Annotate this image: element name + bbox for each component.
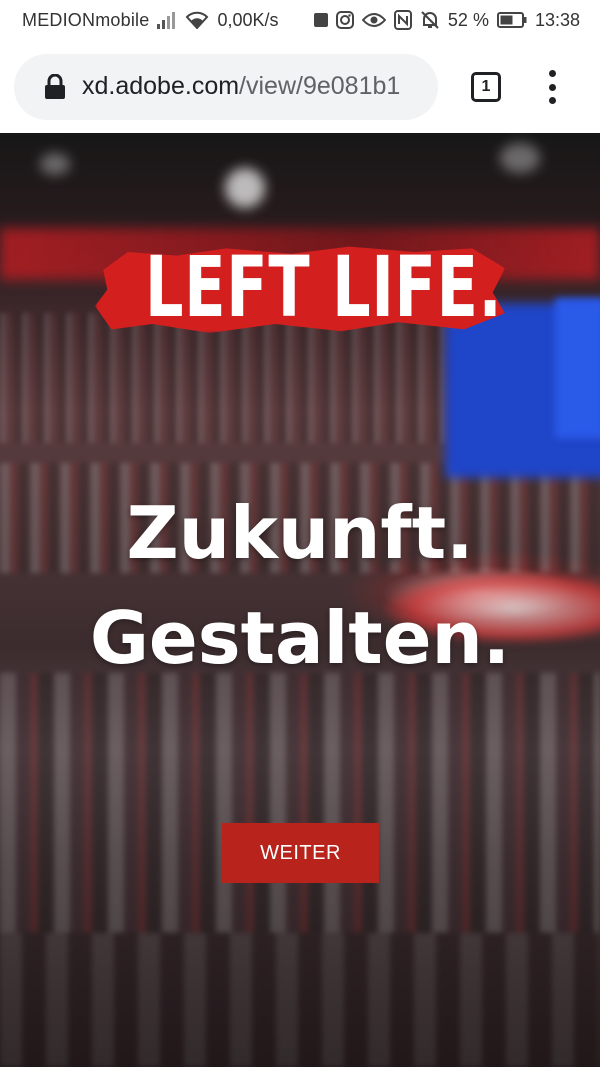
battery-percent: 52 %: [447, 9, 489, 30]
lock-icon[interactable]: [44, 73, 66, 100]
status-bar: MEDIONmobile 0,00K/s 52 % 13:38: [0, 0, 600, 40]
headline-line-1: Zukunft.: [126, 491, 474, 575]
background-crowd: [0, 673, 600, 933]
more-vert-icon[interactable]: [540, 70, 564, 104]
background-crowd: [0, 933, 600, 1067]
nfc-icon: [393, 9, 412, 31]
battery-icon: [496, 9, 527, 31]
background-screen: [555, 298, 600, 438]
hero-section: LEFT LIFE. Zukunft. Gestalten. WEITER: [0, 133, 600, 1067]
logo-text: LEFT LIFE.: [145, 238, 503, 336]
instagram-icon: [335, 9, 354, 31]
carrier-name: MEDIONmobile: [22, 9, 150, 30]
address-bar[interactable]: xd.adobe.com/view/9e081b1: [14, 53, 438, 120]
signal-icon: [157, 9, 177, 31]
tabs-icon[interactable]: 1: [471, 72, 501, 102]
url-host: xd.adobe.com: [82, 72, 240, 100]
background-light: [500, 143, 540, 173]
clock-time: 13:38: [534, 9, 580, 30]
stop-icon: [313, 9, 328, 31]
background-light: [225, 168, 265, 208]
background-light: [40, 153, 70, 175]
tab-count: 1: [481, 78, 491, 95]
net-speed: 0,00K/s: [217, 9, 279, 30]
bell-off-icon: [420, 9, 440, 31]
browser-toolbar: xd.adobe.com/view/9e081b1 1: [0, 40, 600, 133]
url-path: /view/9e081b1: [239, 72, 401, 100]
url-text[interactable]: xd.adobe.com/view/9e081b1: [82, 72, 400, 101]
eye-icon: [361, 9, 386, 31]
logo: LEFT LIFE.: [95, 233, 505, 343]
weiter-button[interactable]: WEITER: [222, 823, 379, 883]
wifi-icon: [185, 9, 209, 31]
headline-line-2: Gestalten.: [89, 596, 511, 680]
